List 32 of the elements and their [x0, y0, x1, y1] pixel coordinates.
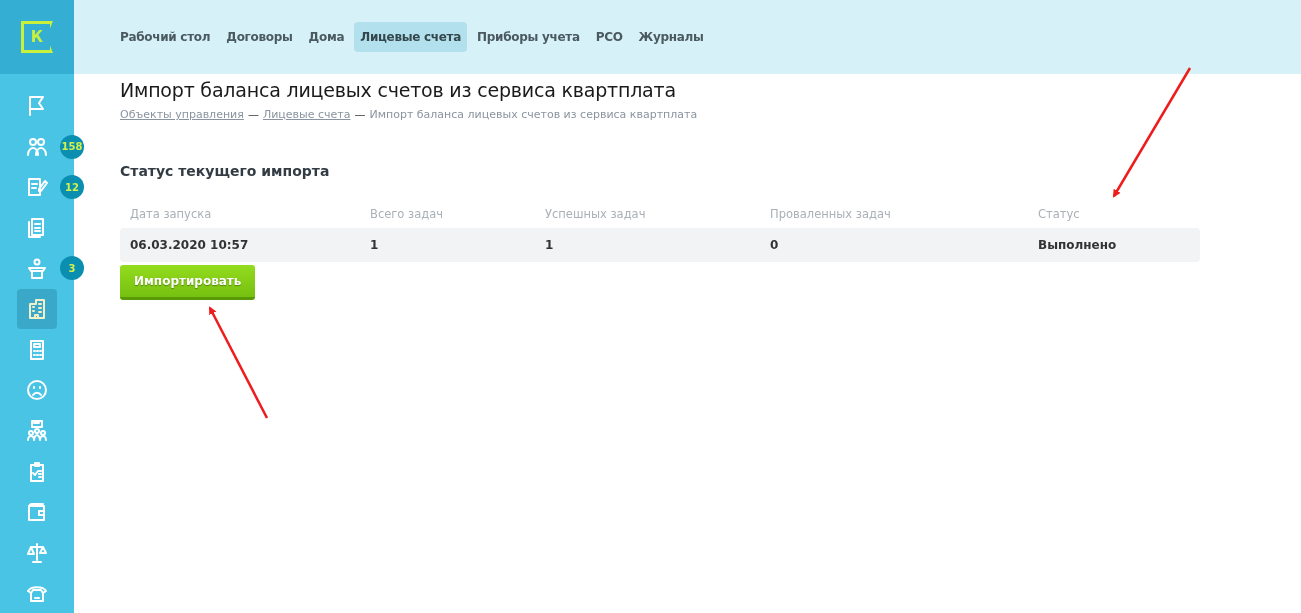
- nav-tab[interactable]: Лицевые счета: [354, 22, 468, 52]
- table-cell-text: 0: [770, 238, 780, 252]
- breadcrumb-separator: —: [354, 108, 366, 121]
- scales-icon[interactable]: [25, 540, 49, 565]
- count-badge: 12: [60, 175, 84, 200]
- breadcrumb-separator: —: [247, 108, 259, 121]
- page-title: Импорт баланса лицевых счетов из сервиса квартплата: [120, 78, 677, 102]
- column-header: Дата запуска: [130, 207, 213, 221]
- nav-tab[interactable]: Журналы: [632, 22, 710, 52]
- column-header: Успешных задач: [545, 207, 647, 221]
- breadcrumb-current: Импорт баланса лицевых счетов из сервиса квартплата: [369, 108, 698, 121]
- desk-person-icon[interactable]: [25, 256, 49, 281]
- nav-tab[interactable]: Договоры: [220, 22, 299, 52]
- nav-tab[interactable]: Рабочий стол: [114, 22, 217, 52]
- breadcrumb-link[interactable]: Объекты управления: [120, 108, 244, 121]
- count-badge: 158: [60, 134, 84, 159]
- sad-face-icon[interactable]: [25, 378, 49, 403]
- section-title: Статус текущего импорта: [120, 163, 331, 179]
- table-cell-text: 06.03.2020 10:57: [130, 238, 250, 252]
- table-cell-text: Выполнено: [1038, 238, 1118, 252]
- nav-tab[interactable]: Приборы учета: [471, 22, 586, 52]
- breadcrumb-link[interactable]: Лицевые счета: [262, 108, 351, 121]
- table-cell-text: 1: [370, 238, 380, 252]
- column-header: Всего задач: [370, 207, 444, 221]
- table-cell-text: 1: [545, 238, 555, 252]
- column-header: Проваленных задач: [770, 207, 892, 221]
- column-header: Статус: [1038, 207, 1081, 221]
- nav-tab[interactable]: Дома: [302, 22, 351, 52]
- sidebar-item[interactable]: [17, 289, 57, 330]
- count-badge: 3: [60, 256, 84, 281]
- group-chat-icon[interactable]: [25, 419, 49, 444]
- nav-tab[interactable]: РСО: [589, 22, 629, 52]
